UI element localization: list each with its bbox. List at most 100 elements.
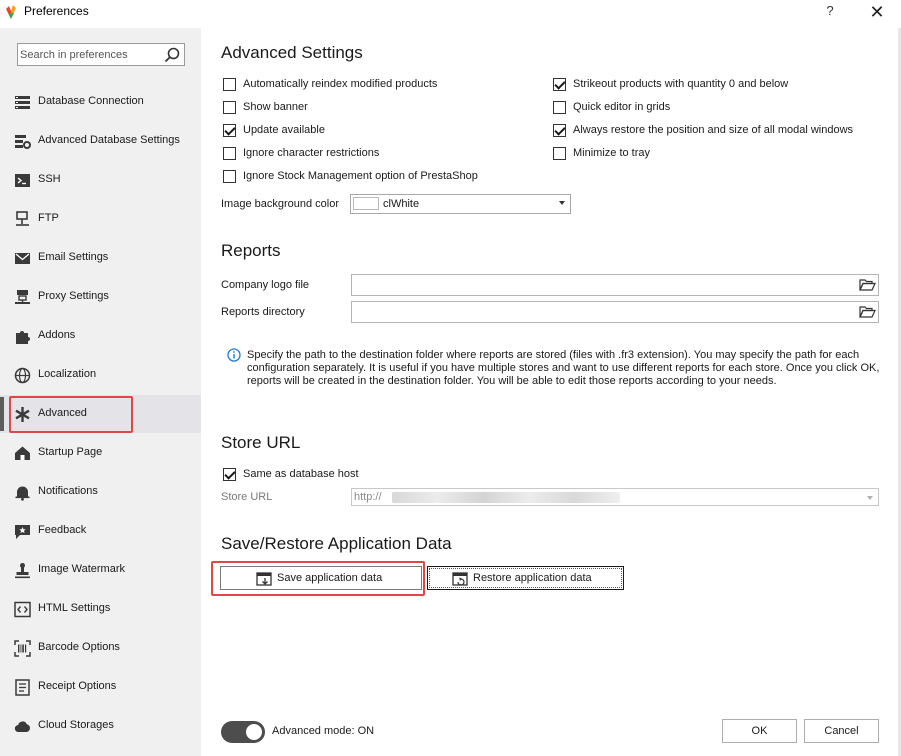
barcode-icon [14, 640, 31, 657]
sidebar-item-label: Image Watermark [38, 563, 126, 575]
feedback-icon [15, 525, 30, 539]
bell-icon [15, 486, 30, 501]
checkbox-label: Same as database host [243, 468, 359, 480]
checkbox-box[interactable] [553, 124, 566, 137]
cancel-button[interactable]: Cancel [804, 719, 879, 743]
restore-application-data-button[interactable]: Restore application data [427, 566, 624, 590]
sidebar-item-notifications[interactable]: Notifications [0, 473, 201, 511]
sidebar-item-label: Barcode Options [38, 641, 120, 653]
checkbox-label: Strikeout products with quantity 0 and b… [573, 78, 789, 90]
checkbox-box[interactable] [223, 147, 236, 160]
restore-data-icon [452, 572, 468, 586]
close-button[interactable]: ✕ [866, 2, 888, 22]
sidebar-item-label: Email Settings [38, 251, 109, 263]
sidebar-item-label: Feedback [38, 524, 87, 536]
checkbox-box[interactable] [223, 468, 236, 481]
store-url-title: Store URL [221, 433, 301, 452]
sidebar-item-email-settings[interactable]: Email Settings [0, 239, 201, 277]
envelope-icon [15, 253, 30, 264]
ok-button[interactable]: OK [722, 719, 797, 743]
logo-file-field[interactable] [351, 274, 879, 296]
checkbox-box[interactable] [553, 147, 566, 160]
save-restore-title: Save/Restore Application Data [221, 534, 452, 553]
reports-info-text: Specify the path to the destination fold… [247, 349, 880, 387]
checkbox-label: Update available [243, 124, 325, 136]
checkbox-label: Automatically reindex modified products [243, 78, 438, 90]
sidebar-item-advanced[interactable]: Advanced [0, 395, 201, 433]
info-icon [227, 348, 241, 362]
puzzle-icon [16, 331, 30, 344]
checkbox-box[interactable] [223, 101, 236, 114]
sidebar-item-proxy-settings[interactable]: Proxy Settings [0, 278, 201, 316]
save-button-label: Save application data [277, 572, 383, 584]
sidebar-item-ssh[interactable]: SSH [0, 161, 201, 199]
chevron-down-icon[interactable] [867, 496, 873, 500]
reports-title: Reports [221, 241, 281, 260]
restore-button-label: Restore application data [473, 572, 592, 584]
network-icon [16, 211, 29, 226]
logo-file-input[interactable] [355, 278, 835, 292]
stamp-icon [15, 563, 30, 579]
sidebar-item-startup-page[interactable]: Startup Page [0, 434, 201, 472]
sidebar-item-label: Localization [38, 368, 97, 380]
sidebar-item-database-connection[interactable]: Database Connection [0, 83, 201, 121]
sidebar-item-label: Database Connection [38, 95, 144, 107]
search-icon[interactable] [163, 46, 181, 64]
folder-open-icon[interactable] [857, 276, 877, 294]
cloud-icon [14, 721, 30, 733]
sidebar-item-label: Startup Page [38, 446, 103, 458]
save-application-data-button[interactable]: Save application data [220, 566, 422, 590]
sidebar-item-cloud-storages[interactable]: Cloud Storages [0, 707, 201, 745]
logo-file-label: Company logo file [221, 279, 310, 291]
reports-directory-field[interactable] [351, 301, 879, 323]
checkbox-box[interactable] [223, 170, 236, 183]
checkbox-box[interactable] [553, 101, 566, 114]
sidebar-item-label: Proxy Settings [38, 290, 109, 302]
checkbox-label: Show banner [243, 101, 308, 113]
title-bar: Preferences ? ✕ [0, 0, 901, 28]
checkbox-box[interactable] [223, 78, 236, 91]
sidebar-item-label: Advanced [38, 407, 87, 419]
advanced-mode-label: Advanced mode: ON [272, 725, 375, 737]
checkbox-label: Quick editor in grids [573, 101, 671, 113]
bg-color-value: clWhite [383, 198, 420, 210]
sidebar-item-feedback[interactable]: Feedback [0, 512, 201, 550]
sidebar-item-localization[interactable]: Localization [0, 356, 201, 394]
receipt-icon [15, 679, 30, 696]
sidebar-item-ftp[interactable]: FTP [0, 200, 201, 238]
active-indicator [0, 397, 4, 431]
sidebar-item-receipt-options[interactable]: Receipt Options [0, 668, 201, 706]
checkbox-box[interactable] [553, 78, 566, 91]
checkbox-label: Ignore Stock Management option of Presta… [243, 170, 478, 182]
sidebar-item-label: SSH [38, 173, 61, 185]
sidebar-item-label: HTML Settings [38, 602, 111, 614]
checkbox-label: Always restore the position and size of … [573, 124, 854, 136]
help-button[interactable]: ? [822, 3, 838, 21]
globe-icon [14, 367, 31, 384]
search-input[interactable] [20, 47, 160, 62]
advanced-mode-toggle[interactable] [221, 721, 265, 743]
store-url-select[interactable]: http:// [351, 488, 879, 506]
folder-open-icon[interactable] [857, 303, 877, 321]
sidebar-item-advanced-database-settings[interactable]: Advanced Database Settings [0, 122, 201, 160]
checkbox-label: Minimize to tray [573, 147, 651, 159]
code-icon [14, 601, 31, 618]
bg-color-select[interactable]: clWhite [350, 194, 571, 214]
save-data-icon [256, 572, 272, 586]
sidebar-item-label: Notifications [38, 485, 98, 497]
chevron-down-icon[interactable] [559, 201, 565, 205]
advanced-settings-title: Advanced Settings [221, 43, 363, 62]
proxy-icon [15, 290, 30, 304]
sidebar-item-html-settings[interactable]: HTML Settings [0, 590, 201, 628]
reports-directory-input[interactable] [355, 305, 835, 319]
home-icon [15, 446, 30, 460]
checkbox-box[interactable] [223, 124, 236, 137]
asterisk-icon [15, 407, 30, 422]
reports-directory-label: Reports directory [221, 306, 305, 318]
sidebar-item-barcode-options[interactable]: Barcode Options [0, 629, 201, 667]
sidebar-item-addons[interactable]: Addons [0, 317, 201, 355]
database-settings-icon [15, 135, 31, 149]
search-box[interactable] [17, 43, 185, 66]
sidebar-item-label: Addons [38, 329, 76, 341]
sidebar-item-image-watermark[interactable]: Image Watermark [0, 551, 201, 589]
